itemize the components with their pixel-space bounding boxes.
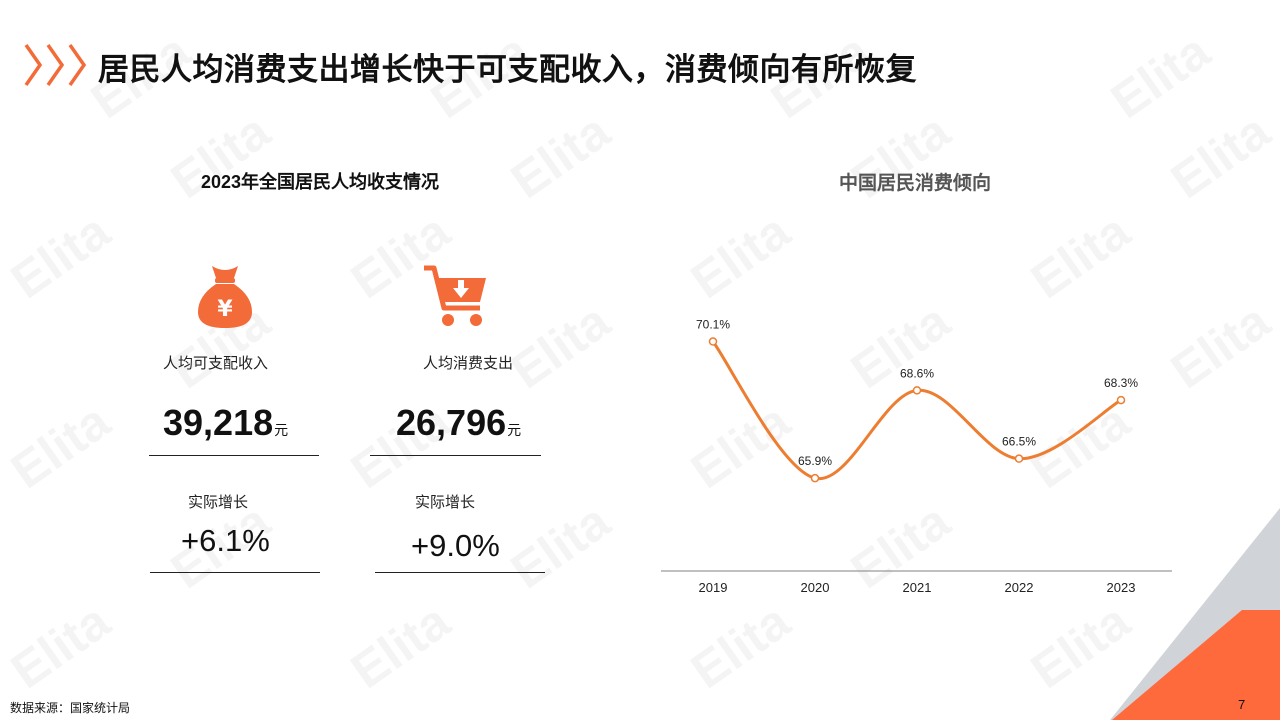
data-point bbox=[708, 337, 718, 346]
data-point bbox=[912, 386, 922, 395]
x-tick-label: 2019 bbox=[699, 580, 728, 595]
data-label: 66.5% bbox=[1002, 435, 1036, 449]
data-label: 68.6% bbox=[900, 366, 934, 380]
data-label: 70.1% bbox=[696, 318, 730, 332]
data-label: 68.3% bbox=[1104, 376, 1138, 390]
x-tick-label: 2022 bbox=[1005, 580, 1034, 595]
x-tick-label: 2021 bbox=[903, 580, 932, 595]
line-chart: 70.1% 2019 65.9% 2020 68.6% 2021 66.5% 2022 68.3… bbox=[661, 318, 1172, 595]
data-label: 65.9% bbox=[798, 454, 832, 468]
data-point bbox=[1014, 454, 1024, 463]
x-tick-label: 2023 bbox=[1107, 580, 1136, 595]
data-source: 数据来源：国家统计局 bbox=[10, 701, 131, 715]
x-tick-label: 2020 bbox=[801, 580, 830, 595]
page-number: 7 bbox=[1238, 697, 1246, 712]
data-point bbox=[810, 473, 820, 483]
data-point bbox=[1116, 395, 1126, 405]
series-line bbox=[711, 340, 1122, 480]
